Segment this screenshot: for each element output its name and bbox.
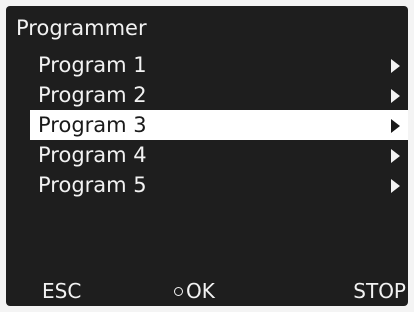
menu-item-program-3[interactable]: Program 3: [30, 110, 408, 140]
chevron-right-icon: [391, 59, 400, 73]
chevron-right-icon: [391, 149, 400, 163]
chevron-right-icon: [391, 89, 400, 103]
ok-circle-icon: [174, 286, 183, 296]
esc-softkey[interactable]: ESC: [42, 278, 81, 304]
menu-item-label: Program 1: [38, 53, 147, 77]
menu-item-label: Program 5: [38, 173, 147, 197]
program-menu: Program 1 Program 2 Program 3 Program 4 …: [30, 50, 408, 200]
chevron-right-icon: [391, 119, 400, 133]
chevron-right-icon: [391, 179, 400, 193]
menu-item-program-5[interactable]: Program 5: [30, 170, 408, 200]
menu-item-label: Program 3: [38, 113, 147, 137]
menu-item-program-4[interactable]: Program 4: [30, 140, 408, 170]
page-title: Programmer: [16, 16, 147, 40]
ok-softkey[interactable]: OK: [174, 278, 215, 304]
menu-item-program-2[interactable]: Program 2: [30, 80, 408, 110]
menu-item-label: Program 2: [38, 83, 147, 107]
menu-item-label: Program 4: [38, 143, 147, 167]
stop-softkey[interactable]: STOP: [353, 278, 406, 304]
ok-softkey-label: OK: [186, 279, 215, 303]
display-screen: Programmer Program 1 Program 2 Program 3…: [6, 6, 408, 306]
menu-item-program-1[interactable]: Program 1: [30, 50, 408, 80]
